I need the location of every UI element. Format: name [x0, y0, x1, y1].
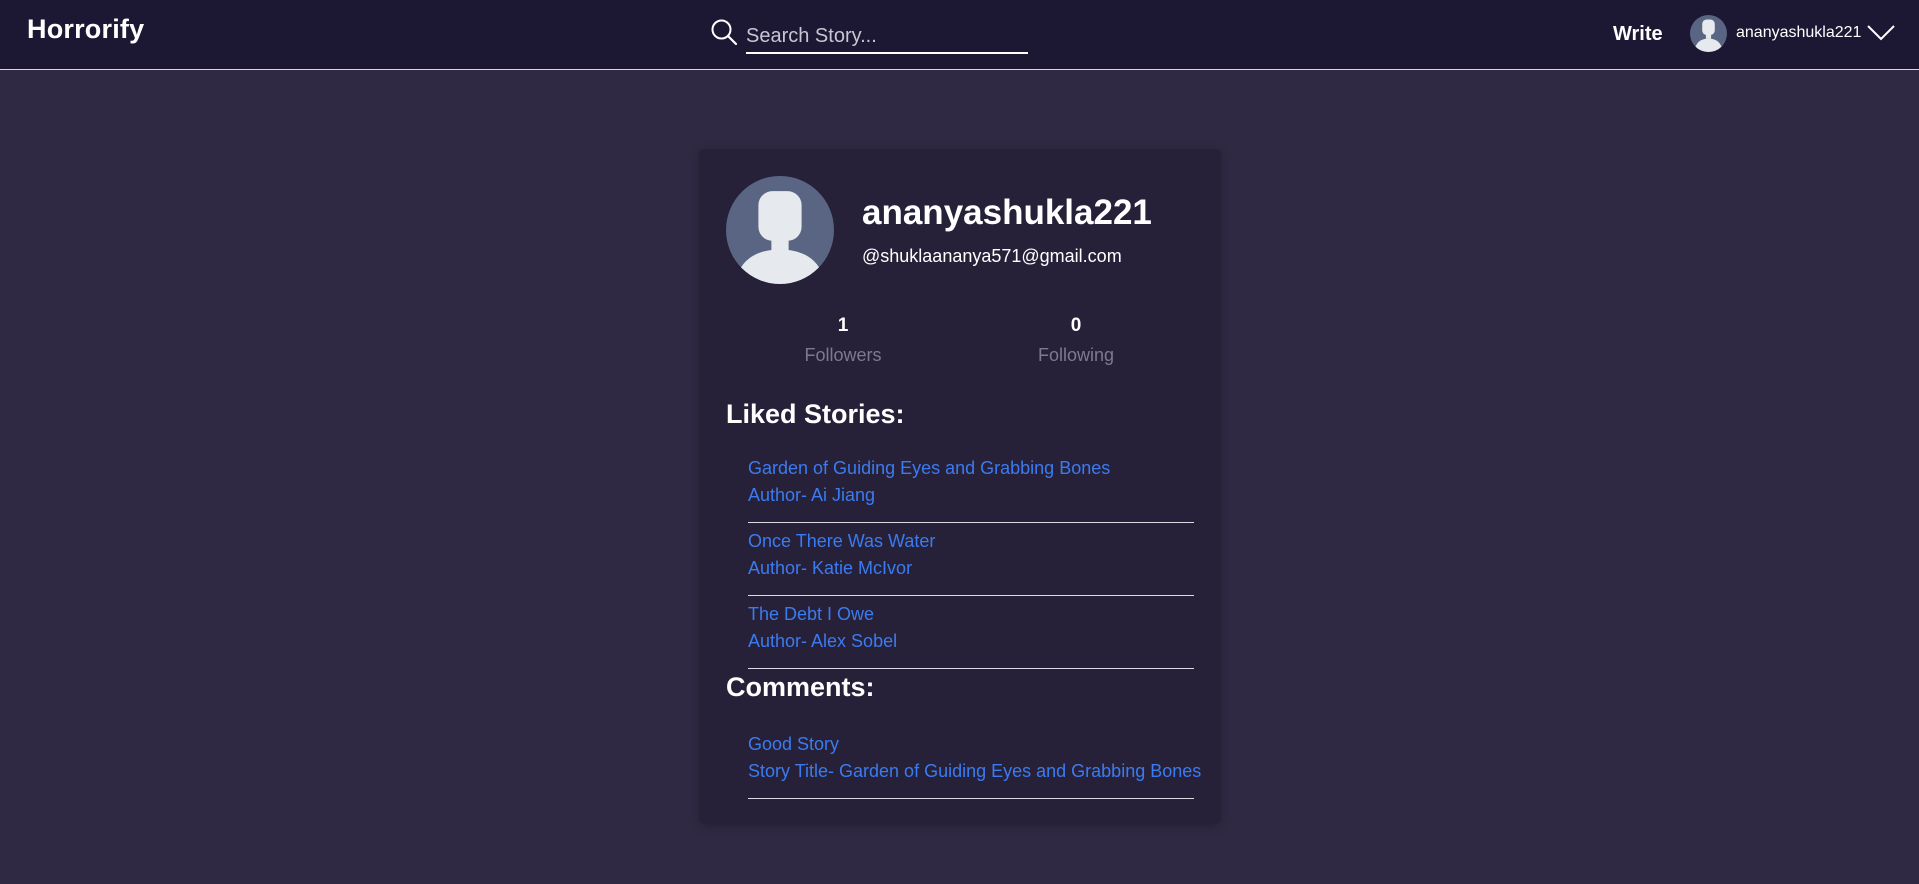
followers-stat[interactable]: 1 Followers: [763, 315, 923, 366]
liked-story-title[interactable]: Garden of Guiding Eyes and Grabbing Bone…: [748, 455, 1194, 482]
nav-username: ananyashukla221: [1736, 24, 1862, 41]
write-link[interactable]: Write: [1613, 23, 1663, 46]
profile-avatar-icon: [726, 176, 834, 284]
liked-stories-heading: Liked Stories:: [726, 399, 905, 429]
profile-email: @shuklaananya571@gmail.com: [862, 246, 1122, 266]
brand-logo[interactable]: Horrorify: [27, 14, 144, 45]
following-count: 0: [1070, 315, 1082, 336]
liked-story-author[interactable]: Author- Ai Jiang: [748, 482, 1194, 509]
user-menu[interactable]: ananyashukla221: [1690, 15, 1902, 53]
liked-stories-list: Garden of Guiding Eyes and Grabbing Bone…: [748, 450, 1194, 669]
comment-story-title[interactable]: Story Title- Garden of Guiding Eyes and …: [748, 758, 1201, 785]
liked-story-author[interactable]: Author- Alex Sobel: [748, 628, 1194, 655]
profile-name: ananyashukla221: [862, 193, 1152, 232]
search-icon[interactable]: [710, 18, 738, 46]
following-label: Following: [1037, 345, 1115, 365]
comment-item[interactable]: Good Story Story Title- Garden of Guidin…: [748, 726, 1201, 799]
liked-story-author[interactable]: Author- Katie McIvor: [748, 555, 1194, 582]
search-bar: [708, 16, 1028, 56]
comments-heading: Comments:: [726, 672, 875, 702]
liked-story-item[interactable]: The Debt I Owe Author- Alex Sobel: [748, 596, 1194, 669]
profile-card: ananyashukla221 @shuklaananya571@gmail.c…: [699, 149, 1221, 824]
user-avatar-icon: [1690, 15, 1727, 52]
comment-text[interactable]: Good Story: [748, 731, 1194, 758]
liked-story-title[interactable]: The Debt I Owe: [748, 601, 1194, 628]
comments-list: Good Story Story Title- Garden of Guidin…: [748, 726, 1201, 799]
liked-story-item[interactable]: Garden of Guiding Eyes and Grabbing Bone…: [748, 450, 1194, 523]
followers-label: Followers: [804, 345, 882, 365]
chevron-down-icon[interactable]: [1866, 24, 1896, 42]
followers-count: 1: [837, 315, 849, 336]
search-input[interactable]: [746, 16, 1028, 54]
liked-story-title[interactable]: Once There Was Water: [748, 528, 1194, 555]
liked-story-item[interactable]: Once There Was Water Author- Katie McIvo…: [748, 523, 1194, 596]
top-navbar: Horrorify Write ananyashukla221: [0, 0, 1919, 70]
following-stat[interactable]: 0 Following: [996, 315, 1156, 366]
